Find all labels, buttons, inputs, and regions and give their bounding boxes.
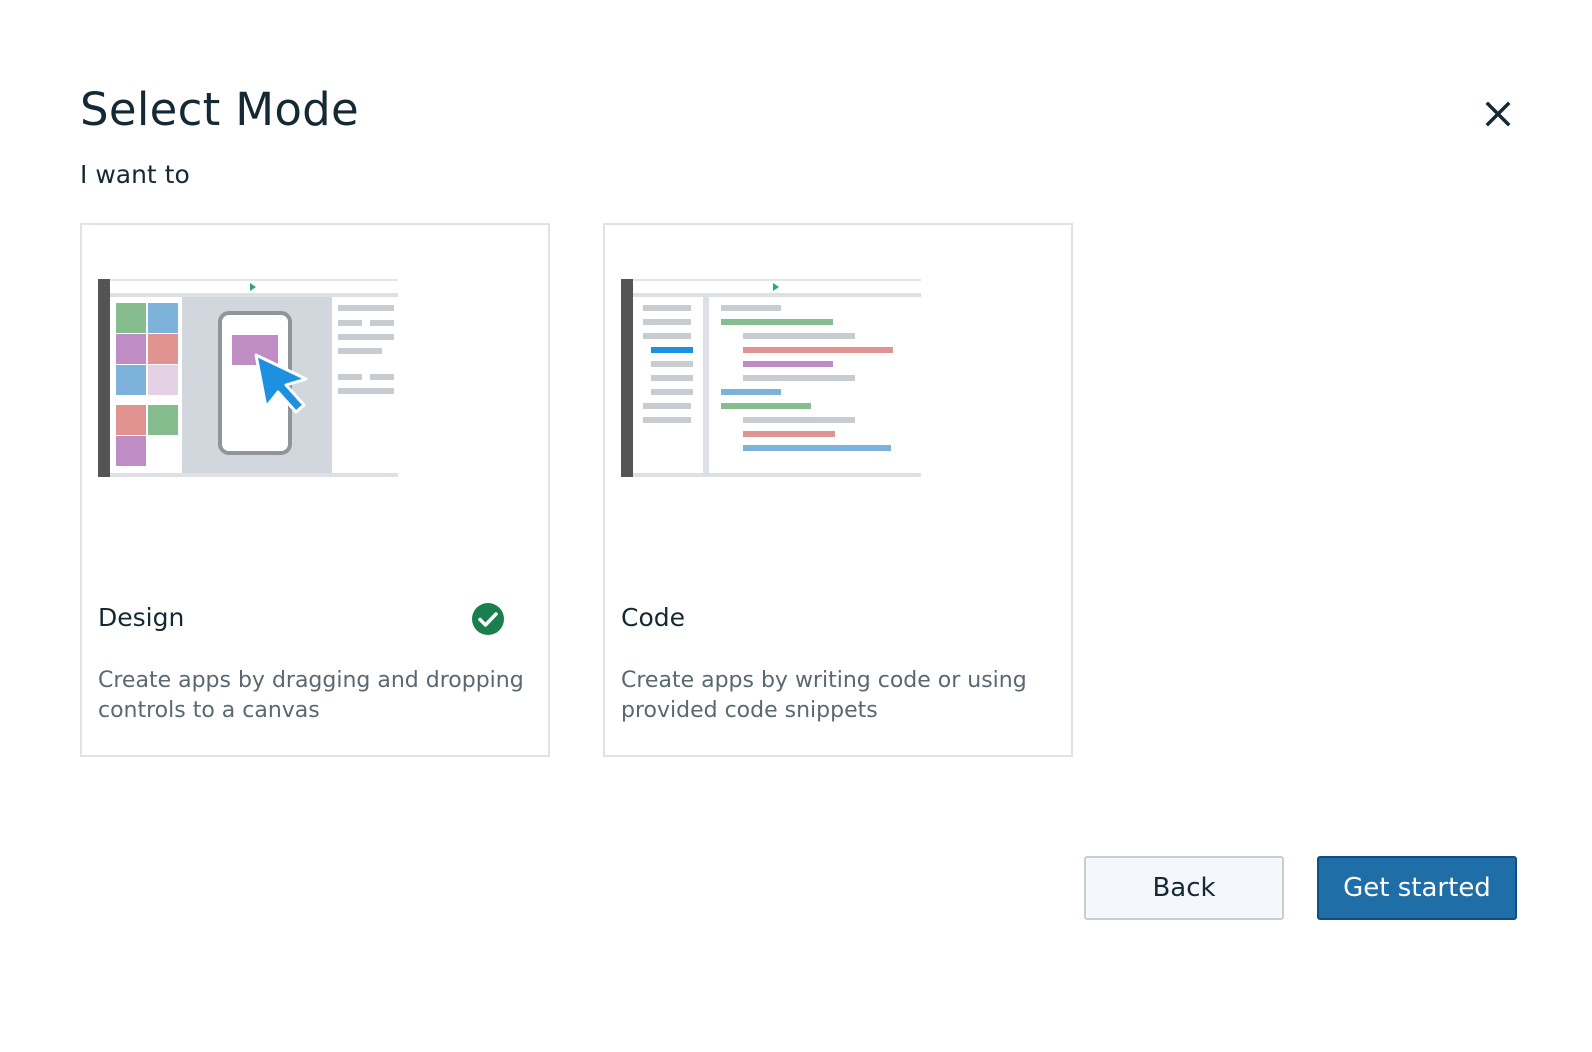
mode-card-title: Design	[98, 603, 185, 632]
mode-card-title: Code	[621, 603, 686, 632]
close-button[interactable]	[1484, 100, 1512, 128]
mode-card-description: Create apps by dragging and dropping con…	[98, 668, 524, 723]
mode-card-design[interactable]: Design Create apps by dragging and dropp…	[80, 223, 550, 757]
select-mode-dialog: Select Mode I want to Design Create apps…	[0, 0, 1592, 1052]
back-button[interactable]: Back	[1084, 856, 1284, 920]
mode-card-description: Create apps by writing code or using pro…	[621, 668, 1027, 723]
close-icon	[1485, 101, 1511, 127]
get-started-button[interactable]: Get started	[1317, 856, 1517, 920]
design-mode-illustration	[98, 275, 398, 477]
dialog-subtitle: I want to	[80, 160, 190, 189]
dialog-title: Select Mode	[80, 83, 360, 136]
code-mode-illustration	[621, 275, 921, 477]
mode-card-code[interactable]: Code Create apps by writing code or usin…	[603, 223, 1073, 757]
checkmark-selected-icon	[472, 603, 504, 635]
